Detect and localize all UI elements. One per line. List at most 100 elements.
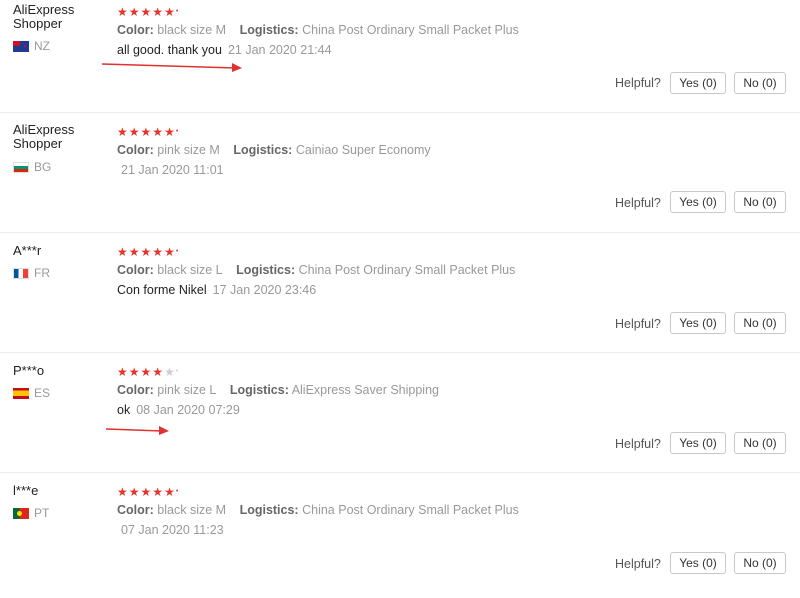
review-item: AliExpress Shopper BG ★★★★★• Color: pink… xyxy=(0,113,800,233)
no-button[interactable]: No (0) xyxy=(734,191,786,213)
reviews-list: AliExpress Shopper NZ ★★★★★• Color: blac… xyxy=(0,0,800,598)
color-value: pink size L xyxy=(157,383,217,397)
star-icon: ★ xyxy=(128,485,141,499)
star-icon: ★ xyxy=(117,245,129,259)
review-info: Color: black size M Logistics: China Pos… xyxy=(117,23,519,37)
logistics-label: Logistics: xyxy=(233,143,293,157)
yes-button[interactable]: Yes (0) xyxy=(670,312,726,334)
logistics-value: China Post Ordinary Small Packet Plus xyxy=(302,23,519,37)
review-item: l***e PT ★★★★★• Color: black size M Logi… xyxy=(0,473,800,598)
no-button[interactable]: No (0) xyxy=(734,72,786,94)
no-button[interactable]: No (0) xyxy=(734,432,786,454)
reviewer-name: P***o xyxy=(13,363,45,378)
flag-bg-icon xyxy=(13,161,29,173)
yes-button[interactable]: Yes (0) xyxy=(670,552,726,574)
review-date: 21 Jan 2020 21:44 xyxy=(227,43,332,57)
star-icon: ★ xyxy=(152,485,165,499)
star-icon: ★ xyxy=(152,125,165,139)
logistics-label: Logistics: xyxy=(239,503,299,517)
star-icon: ★ xyxy=(152,245,165,259)
review-text: ok xyxy=(117,403,131,417)
country-code: PT xyxy=(34,506,50,520)
star-icon: ★ xyxy=(117,365,129,379)
star-icon: ★ xyxy=(164,245,176,259)
color-label: Color: xyxy=(117,143,154,157)
reviewer-name: l***e xyxy=(13,483,39,498)
review-text: Con forme Nikel xyxy=(117,283,207,297)
flag-fr-icon xyxy=(13,267,29,279)
review-text: all good. thank you xyxy=(117,43,222,57)
color-value: pink size M xyxy=(157,143,220,157)
country-code: BG xyxy=(34,160,52,174)
reviewer-country: PT xyxy=(13,506,49,520)
country-code: NZ xyxy=(34,39,50,53)
review-info: Color: pink size M Logistics: Cainiao Su… xyxy=(117,143,431,157)
flag-es-icon xyxy=(13,387,29,399)
review-item: P***o ES ★★★★★• Color: pink size L Logis… xyxy=(0,353,800,473)
review-info: Color: black size L Logistics: China Pos… xyxy=(117,263,515,277)
country-code: FR xyxy=(34,266,50,280)
logistics-value: AliExpress Saver Shipping xyxy=(291,383,439,397)
reviewer-name: AliExpress Shopper xyxy=(13,122,75,151)
star-icon: ★ xyxy=(164,125,176,139)
star-rating: ★★★★★• xyxy=(117,5,180,19)
star-icon: ★ xyxy=(140,485,153,499)
star-icon: ★ xyxy=(128,245,141,259)
logistics-label: Logistics: xyxy=(236,263,296,277)
review-item: A***r FR ★★★★★• Color: black size L Logi… xyxy=(0,233,800,353)
review-feedback: Con forme Nikel 17 Jan 2020 23:46 xyxy=(117,283,316,297)
helpful-label: Helpful? xyxy=(615,76,661,90)
review-info: Color: black size M Logistics: China Pos… xyxy=(117,503,519,517)
review-info: Color: pink size L Logistics: AliExpress… xyxy=(117,383,439,397)
star-rating: ★★★★★• xyxy=(117,365,180,379)
color-label: Color: xyxy=(117,503,154,517)
no-button[interactable]: No (0) xyxy=(734,552,786,574)
review-feedback: 21 Jan 2020 11:01 xyxy=(117,163,224,177)
yes-button[interactable]: Yes (0) xyxy=(670,432,726,454)
red-arrow-icon xyxy=(105,426,169,435)
color-label: Color: xyxy=(117,383,154,397)
helpful-label: Helpful? xyxy=(615,557,661,571)
review-item: AliExpress Shopper NZ ★★★★★• Color: blac… xyxy=(0,0,800,113)
logistics-value: Cainiao Super Economy xyxy=(295,143,431,157)
star-rating: ★★★★★• xyxy=(117,245,180,259)
flag-pt-icon xyxy=(13,507,29,519)
star-empty-icon: ★ xyxy=(164,365,176,379)
no-button[interactable]: No (0) xyxy=(734,312,786,334)
star-icon: ★ xyxy=(117,5,129,19)
star-icon: ★ xyxy=(140,5,153,19)
reviewer-name: AliExpress Shopper xyxy=(13,2,75,31)
star-rating: ★★★★★• xyxy=(117,125,180,139)
yes-button[interactable]: Yes (0) xyxy=(670,72,726,94)
star-icon: ★ xyxy=(117,125,129,139)
helpful-label: Helpful? xyxy=(615,317,661,331)
star-icon: ★ xyxy=(128,365,141,379)
logistics-label: Logistics: xyxy=(239,23,299,37)
helpful-label: Helpful? xyxy=(615,196,661,210)
review-feedback: ok 08 Jan 2020 07:29 xyxy=(117,403,240,417)
reviewer-country: FR xyxy=(13,266,50,280)
star-rating: ★★★★★• xyxy=(117,485,180,499)
color-value: black size L xyxy=(157,263,223,277)
review-feedback: all good. thank you 21 Jan 2020 21:44 xyxy=(117,43,332,57)
review-date: 07 Jan 2020 11:23 xyxy=(121,523,224,537)
star-icon: ★ xyxy=(164,485,176,499)
review-date: 08 Jan 2020 07:29 xyxy=(136,403,240,417)
star-icon: ★ xyxy=(152,5,165,19)
star-icon: ★ xyxy=(128,125,141,139)
yes-button[interactable]: Yes (0) xyxy=(670,191,726,213)
helpful-label: Helpful? xyxy=(615,437,661,451)
reviewer-country: ES xyxy=(13,386,50,400)
logistics-value: China Post Ordinary Small Packet Plus xyxy=(302,503,519,517)
star-icon: ★ xyxy=(128,5,141,19)
star-icon: ★ xyxy=(152,365,165,379)
star-icon: ★ xyxy=(140,245,153,259)
color-value: black size M xyxy=(157,503,227,517)
red-arrow-icon xyxy=(101,63,242,72)
logistics-value: China Post Ordinary Small Packet Plus xyxy=(298,263,516,277)
star-icon: ★ xyxy=(140,365,153,379)
star-icon: ★ xyxy=(140,125,153,139)
review-feedback: 07 Jan 2020 11:23 xyxy=(117,523,224,537)
review-date: 21 Jan 2020 11:01 xyxy=(121,163,224,177)
logistics-label: Logistics: xyxy=(229,383,289,397)
